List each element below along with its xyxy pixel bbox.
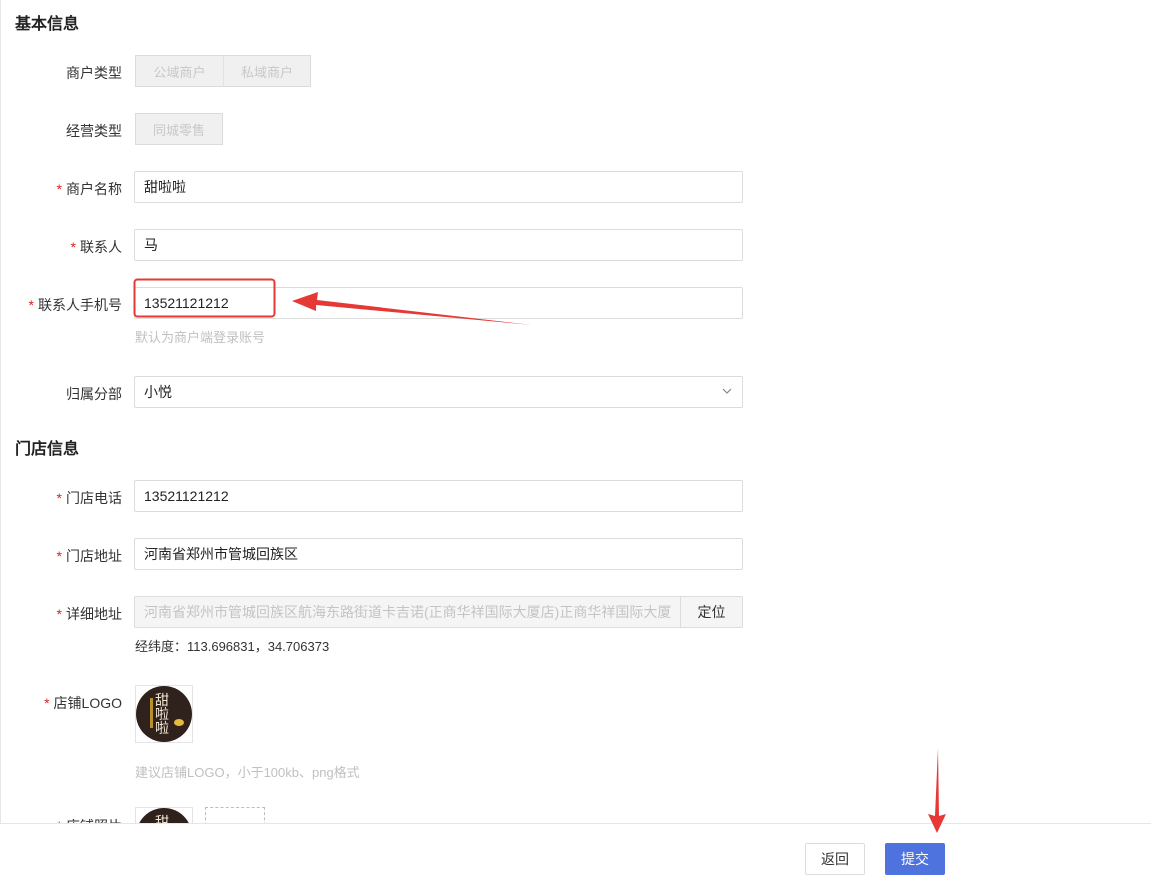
logo-bar — [150, 698, 153, 728]
contact-phone-hint: 默认为商户端登录账号 — [135, 330, 266, 345]
section-title-store: 门店信息 — [15, 441, 80, 458]
annotation-arrow-down — [928, 748, 946, 833]
detail-address-value: 河南省郑州市管城回族区航海东路街道卡吉诺(正商华祥国际大厦店)正商华祥国际大厦 — [144, 604, 672, 620]
branch-select-value: 小悦 — [144, 384, 172, 400]
store-logo-image: 甜 啦 啦 — [136, 686, 192, 742]
store-address-label: * 门店地址 — [56, 548, 122, 564]
branch-select[interactable]: 小悦 — [134, 376, 743, 408]
merchant-type-segment[interactable]: 公域商户 私域商户 — [135, 55, 311, 87]
detail-address-input: 河南省郑州市管城回族区航海东路街道卡吉诺(正商华祥国际大厦店)正商华祥国际大厦 … — [134, 596, 743, 628]
footer-bar: 返回 提交 — [0, 823, 1151, 889]
store-address-input[interactable]: 河南省郑州市管城回族区 — [134, 538, 743, 570]
section-title-basic: 基本信息 — [15, 16, 80, 33]
business-type-label: 经营类型 — [66, 123, 122, 139]
business-type-segment[interactable]: 同城零售 — [135, 113, 223, 145]
merchant-name-label: * 商户名称 — [56, 181, 122, 197]
contact-phone-label: * 联系人手机号 — [28, 297, 122, 313]
store-logo-label: * 店铺LOGO — [44, 695, 122, 711]
contact-input[interactable]: 马 — [134, 229, 743, 261]
business-type-local-retail[interactable]: 同城零售 — [136, 114, 222, 144]
store-logo-upload[interactable]: 甜 啦 啦 — [135, 685, 193, 743]
logo-glyph: 啦 — [155, 721, 169, 737]
merchant-type-private[interactable]: 私域商户 — [223, 56, 310, 86]
logo-glyph: 啦 — [155, 707, 169, 723]
submit-button[interactable]: 提交 — [885, 843, 945, 875]
store-phone-input[interactable]: 13521121212 — [134, 480, 743, 512]
logo-glyph: 甜 — [155, 693, 169, 709]
coordinates-text: 经纬度：113.696831，34.706373 — [135, 639, 330, 654]
store-phone-label: * 门店电话 — [56, 490, 122, 506]
detail-address-label: * 详细地址 — [56, 606, 122, 622]
merchant-type-public[interactable]: 公域商户 — [136, 56, 223, 86]
bee-icon — [174, 719, 184, 726]
contact-phone-input[interactable]: 13521121212 — [134, 287, 743, 319]
contact-label: * 联系人 — [70, 239, 122, 255]
back-button[interactable]: 返回 — [805, 843, 865, 875]
merchant-name-input[interactable]: 甜啦啦 — [134, 171, 743, 203]
chevron-down-icon — [722, 388, 732, 394]
branch-label: 归属分部 — [66, 386, 122, 402]
locate-button[interactable]: 定位 — [680, 597, 742, 627]
merchant-type-label: 商户类型 — [66, 65, 122, 81]
store-logo-hint: 建议店铺LOGO，小于100kb、png格式 — [135, 765, 360, 780]
